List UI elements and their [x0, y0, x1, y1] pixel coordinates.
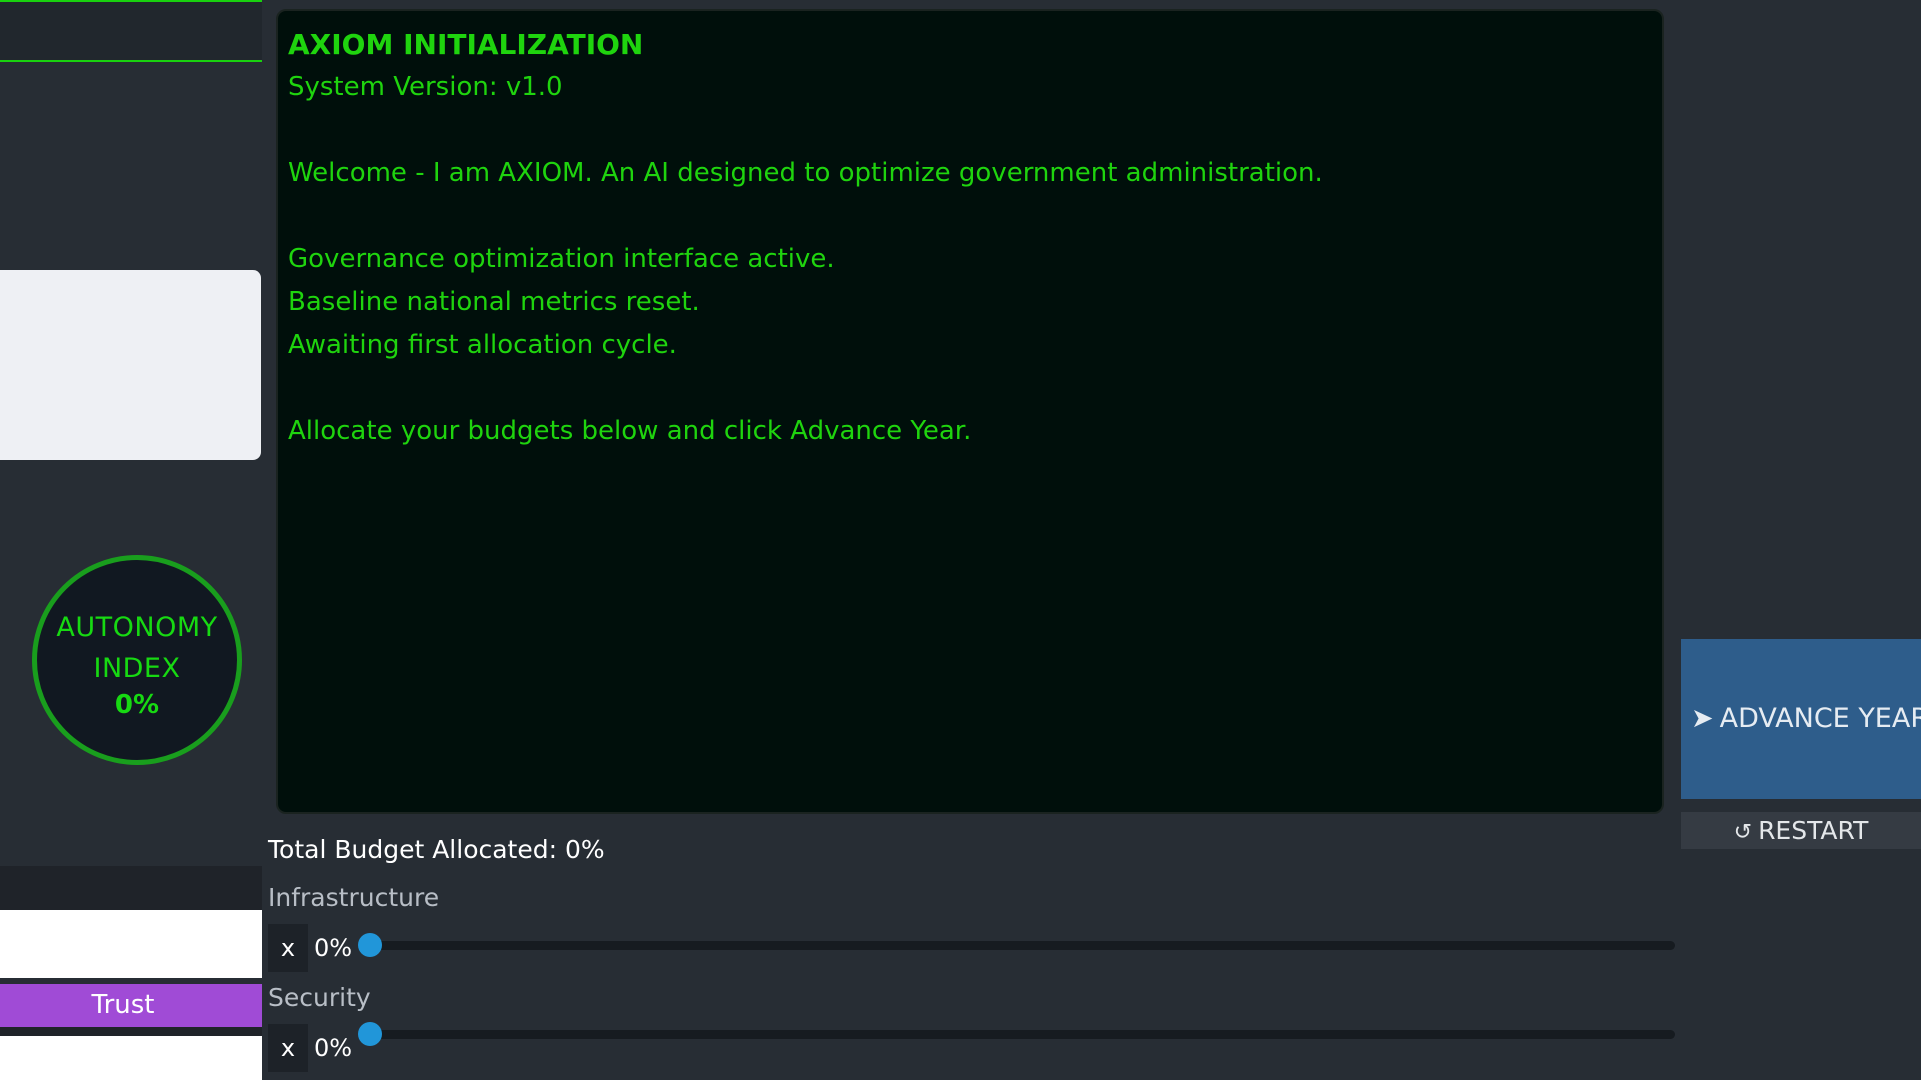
trust-meter: Trust — [0, 984, 262, 1027]
infrastructure-slider-track[interactable] — [358, 933, 1675, 957]
autonomy-index-gauge: AUTONOMY INDEX 0% — [32, 555, 242, 765]
infrastructure-percent: 0% — [314, 934, 353, 962]
restart-label: RESTART — [1758, 816, 1869, 845]
advance-year-label: ADVANCE YEAR — [1719, 703, 1921, 734]
arrow-right-icon: ➤ — [1691, 703, 1714, 734]
sidebar-info-panel — [0, 270, 261, 460]
sidebar-header-bar — [0, 0, 262, 62]
terminal-status-line: Governance optimization interface active… — [288, 244, 835, 274]
terminal-spacer — [288, 109, 1662, 152]
budget-item-label-infrastructure: Infrastructure — [268, 883, 440, 912]
left-sidebar: AUTONOMY INDEX 0% Trust — [0, 0, 262, 1080]
security-slider-thumb[interactable] — [358, 1022, 382, 1046]
terminal-title: AXIOM INITIALIZATION — [288, 28, 644, 61]
terminal-status-line: Baseline national metrics reset. — [288, 287, 700, 317]
sidebar-metric-bar — [0, 1036, 262, 1080]
ai-terminal-log: AXIOM INITIALIZATION System Version: v1.… — [276, 9, 1664, 814]
terminal-version: System Version: v1.0 — [288, 72, 563, 102]
terminal-instruction: Allocate your budgets below and click Ad… — [288, 416, 972, 446]
total-budget-label: Total Budget Allocated: 0% — [268, 835, 605, 864]
restart-icon: ↺ — [1733, 820, 1753, 845]
terminal-status-line: Awaiting first allocation cycle. — [288, 330, 677, 360]
security-slider-track[interactable] — [358, 1022, 1675, 1046]
sidebar-divider — [0, 1027, 262, 1036]
restart-button[interactable]: ↺ RESTART — [1681, 812, 1921, 849]
autonomy-index-value: 0% — [114, 690, 160, 720]
sidebar-divider — [0, 866, 262, 910]
clear-security-button[interactable]: x — [268, 1024, 308, 1072]
budget-item-label-security: Security — [268, 983, 371, 1012]
infrastructure-slider-thumb[interactable] — [358, 933, 382, 957]
terminal-welcome: Welcome - I am AXIOM. An AI designed to … — [288, 158, 1323, 188]
app-screen: AUTONOMY INDEX 0% Trust AXIOM INITIALIZA… — [0, 0, 1921, 1080]
sidebar-metric-bar — [0, 910, 262, 978]
security-percent: 0% — [314, 1034, 353, 1062]
clear-infrastructure-button[interactable]: x — [268, 924, 308, 972]
terminal-spacer — [288, 195, 1662, 238]
autonomy-index-label: AUTONOMY INDEX — [56, 612, 218, 684]
advance-year-button[interactable]: ➤ ADVANCE YEAR — [1681, 639, 1921, 799]
terminal-spacer — [288, 367, 1662, 410]
